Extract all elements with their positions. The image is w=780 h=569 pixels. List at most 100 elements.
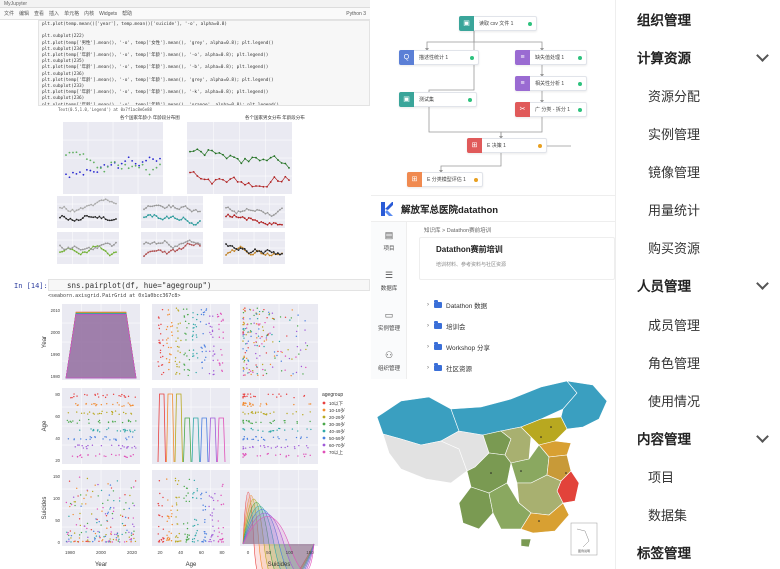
menu-item[interactable]: 项目	[616, 457, 780, 495]
pairplot-ytick: 150	[53, 474, 61, 479]
menu-item[interactable]: 资源分配	[616, 76, 780, 114]
menu-label: 组织管理	[637, 13, 691, 28]
code-line: plt.plot(temp['年龄'].mean(), '-o', temp['…	[42, 102, 279, 106]
pairplot-code-cell[interactable]: sns.pairplot(df, hue="agegroup")	[48, 279, 370, 291]
choropleth-map: 图例说明	[376, 380, 608, 556]
breadcrumb[interactable]: 知识库 > Datathon赛前培训	[424, 226, 491, 234]
toolbar-item[interactable]: 文件	[4, 10, 14, 17]
legend-item: 30-39岁	[329, 421, 345, 428]
nav-label: 数据库	[380, 286, 398, 292]
workflow-node[interactable]: ▣ 读取 csv 文件 1	[459, 15, 537, 31]
toolbar-menu[interactable]: 文件 编辑 查看 插入 单元格 内核 Widgets 帮助	[4, 10, 137, 17]
toolbar-item[interactable]: 编辑	[19, 10, 29, 17]
menu-group[interactable]: 内容管理	[616, 419, 780, 457]
workflow-node[interactable]: Q 描述性统计 1	[399, 49, 479, 65]
pairplot-ylabel: Suicides	[42, 497, 48, 520]
workflow-node[interactable]: ✂ 广 分类 - 拆分 1	[515, 101, 587, 117]
pairplot-code: sns.pairplot(df, hue="agegroup")	[67, 281, 212, 290]
chevron-right-icon[interactable]: ›	[427, 365, 429, 371]
node-icon: ≡	[515, 75, 530, 91]
menu-label: 实例管理	[648, 126, 701, 142]
menu-item[interactable]: 实例管理	[616, 114, 780, 152]
folder-item[interactable]: › Datathon 数据	[427, 294, 490, 315]
chevron-down-icon[interactable]	[756, 49, 769, 62]
menu-group[interactable]: 计算资源	[616, 38, 780, 76]
node-icon: ▣	[399, 91, 414, 107]
pairplot-cell	[152, 304, 230, 380]
pairplot-cell	[62, 470, 140, 546]
menu-label: 镜像管理	[648, 164, 701, 180]
chevron-right-icon[interactable]: ›	[427, 302, 429, 308]
workflow-node[interactable]: ⊞ E 分类模型评估 1	[407, 171, 483, 187]
node-icon: Q	[399, 49, 414, 65]
menu-label: 项目	[648, 469, 675, 485]
pairplot-xtick: 100	[286, 550, 294, 555]
menu-item[interactable]: 镜像管理	[616, 152, 780, 190]
region-hainan	[520, 538, 532, 548]
workflow-node[interactable]: ≡ 相关性分析 1	[515, 75, 587, 91]
toolbar-item[interactable]: 内核	[84, 10, 94, 17]
menu-item[interactable]: 数据集	[616, 495, 780, 533]
menu-item[interactable]: 购买资源	[616, 228, 780, 266]
chevron-right-icon[interactable]: ›	[427, 344, 429, 350]
datathon-panel: 解放军总医院datathon ▤ 项目 ☰ 数据库 ▭ 实例管理 ⚇ 组织管理 知识库 > D…	[371, 196, 615, 379]
menu-label: 数据集	[648, 507, 688, 523]
workflow-node[interactable]: ⊞ E 决策 1	[467, 137, 547, 153]
folder-icon	[434, 321, 442, 329]
pairplot-xtick: 40	[178, 550, 184, 555]
folder-item[interactable]: › 培训会	[427, 315, 490, 336]
nav-icon: ☰	[384, 270, 394, 280]
pairplot-ytick: 40	[55, 436, 60, 441]
node-icon: ⊞	[467, 137, 482, 153]
subplot-panel	[63, 122, 163, 194]
nav-label: 组织管理	[377, 366, 400, 372]
workflow-node[interactable]: ▣ 测试集	[399, 91, 477, 107]
menu-label: 人员管理	[637, 279, 691, 294]
legend-item: 50-59岁	[329, 435, 345, 442]
toolbar-item[interactable]: 插入	[49, 10, 59, 17]
legend-title: agegroup	[322, 392, 343, 398]
menu-group[interactable]: 组织管理	[616, 0, 780, 38]
node-status-dot	[470, 55, 474, 60]
legend-item: 40-49岁	[329, 428, 345, 435]
chevron-down-icon[interactable]	[756, 277, 769, 290]
pairplot-xtick: 1980	[65, 550, 76, 555]
menu-group[interactable]: 标签管理	[616, 533, 780, 569]
chevron-down-icon[interactable]	[756, 430, 769, 443]
toolbar-item[interactable]: Widgets	[99, 11, 117, 17]
code-cell[interactable]: plt.plot(temp.mean()['year'], temp.mean(…	[38, 20, 370, 106]
workflow-canvas[interactable]: ▣ 读取 csv 文件 1 Q 描述性统计 1 ≡ 缺失值处理 1 ≡ 相关性分析 1 ▣ 测试集…	[371, 0, 615, 196]
sidebar-nav-item[interactable]: ▤ 项目	[371, 222, 407, 262]
menu-label: 使用情况	[648, 393, 701, 409]
menu-item[interactable]: 使用情况	[616, 381, 780, 419]
node-label: 相关性分析 1	[535, 81, 565, 87]
folder-label: Datathon 数据	[446, 302, 488, 310]
pairplot-legend: agegroup 10以下10-19岁20-29岁30-39岁40-49岁50-5…	[322, 392, 345, 455]
pairplot-cell	[240, 388, 318, 464]
subplot-grid: 各个国家年龄小 年龄段分布图 各个国家男女分布 年龄段分布	[55, 112, 370, 274]
notebook-toolbar: 文件 编辑 查看 插入 单元格 内核 Widgets 帮助 Python 3	[0, 8, 370, 20]
datathon-header: 解放军总医院datathon	[371, 196, 615, 222]
node-status-dot	[578, 55, 582, 60]
menu-label: 资源分配	[648, 88, 701, 104]
sidebar-nav-item[interactable]: ☰ 数据库	[371, 262, 407, 302]
node-icon: ≡	[515, 49, 530, 65]
toolbar-item[interactable]: 单元格	[64, 10, 79, 17]
menu-item[interactable]: 用量统计	[616, 190, 780, 228]
legend-item: 60-70岁	[329, 442, 345, 449]
folder-item[interactable]: › 社区资源	[427, 357, 490, 378]
plot1-title: 各个国家年龄小 年龄段分布图	[120, 114, 180, 121]
toolbar-item[interactable]: 帮助	[122, 10, 132, 17]
workflow-node[interactable]: ≡ 缺失值处理 1	[515, 49, 587, 65]
folder-item[interactable]: › Workshop 分享	[427, 336, 490, 357]
sidebar-nav-item[interactable]: ⚇ 组织管理	[371, 342, 407, 379]
pairplot-ytick: 2010	[51, 308, 61, 313]
menu-item[interactable]: 成员管理	[616, 305, 780, 343]
sidebar-nav-item[interactable]: ▭ 实例管理	[371, 302, 407, 342]
node-status-dot	[468, 97, 472, 102]
menu-group[interactable]: 人员管理	[616, 266, 780, 304]
toolbar-item[interactable]: 查看	[34, 10, 44, 17]
chevron-right-icon[interactable]: ›	[427, 323, 429, 329]
pairplot-ylabel: Age	[42, 420, 48, 431]
menu-item[interactable]: 角色管理	[616, 343, 780, 381]
